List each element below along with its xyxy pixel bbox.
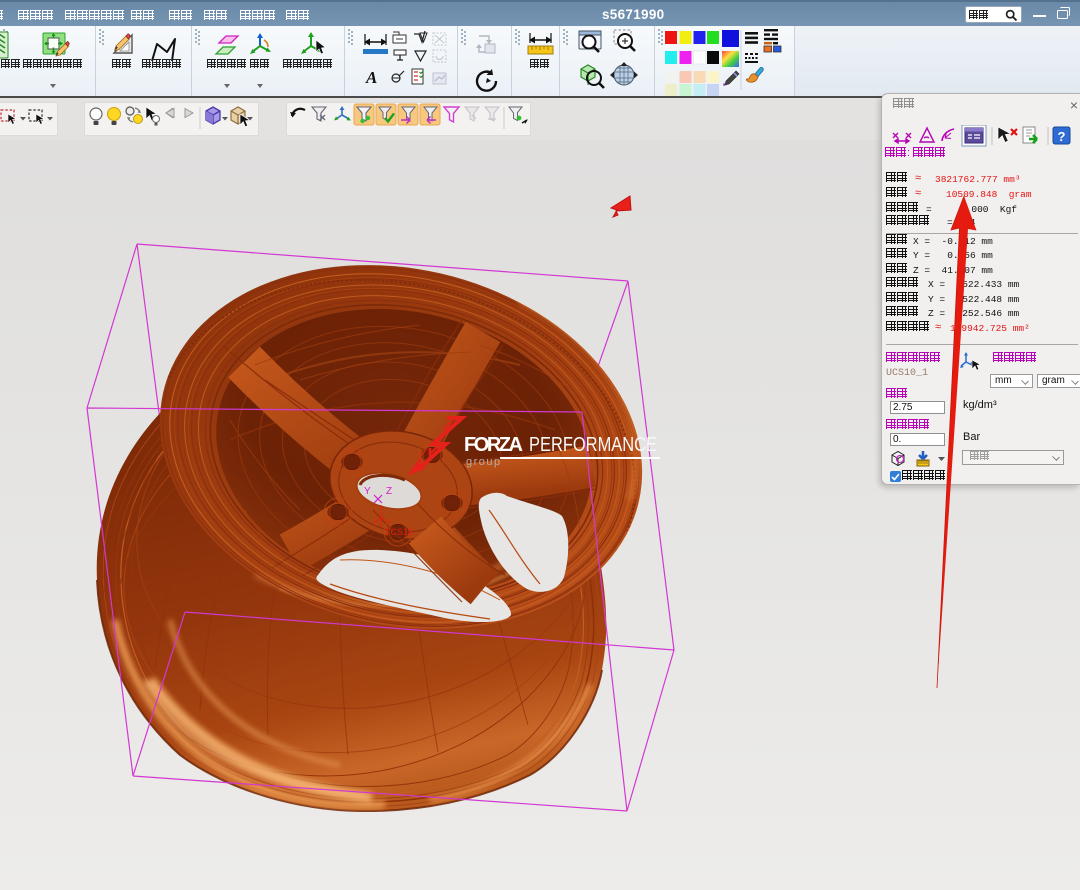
svg-text:Y: Y (364, 486, 371, 497)
svg-text:group: group (466, 456, 502, 468)
svg-text:TCS10: TCS10 (385, 527, 413, 537)
svg-text:A: A (365, 68, 377, 87)
svg-text:Z: Z (386, 486, 392, 497)
svg-text:FORZA: FORZA (464, 434, 523, 456)
svg-text:?: ? (1058, 129, 1066, 144)
svg-text:PERFORMANCE: PERFORMANCE (529, 434, 657, 456)
